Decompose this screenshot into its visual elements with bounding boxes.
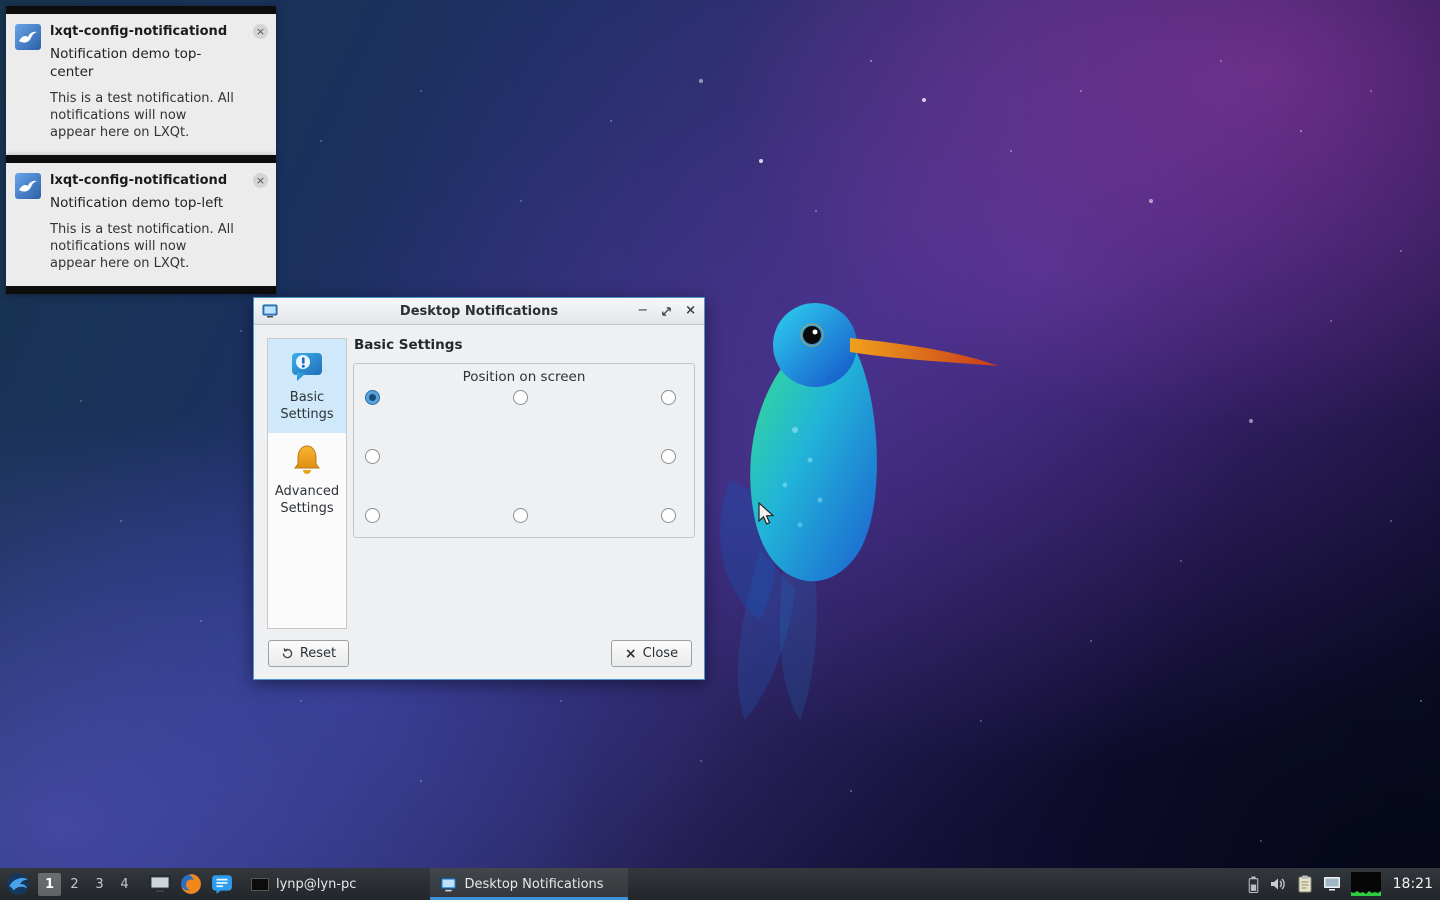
desktop: lxqt-config-notificationd × Notification… — [0, 0, 1440, 900]
notification-summary: Notification demo top-center — [50, 46, 230, 81]
notification-close-icon[interactable]: × — [253, 24, 268, 39]
section-heading: Basic Settings — [354, 337, 463, 353]
volume-icon[interactable] — [1269, 876, 1287, 892]
comment-exclamation-icon — [289, 348, 325, 384]
sidebar-item-label: Basic Settings — [280, 390, 333, 422]
radio-position-top-left[interactable] — [365, 390, 380, 405]
workspace-button-2[interactable]: 2 — [63, 873, 86, 896]
position-radio-grid — [365, 390, 676, 523]
monitor-icon — [440, 876, 457, 893]
battery-icon[interactable] — [1248, 876, 1259, 893]
workspace-button-3[interactable]: 3 — [88, 873, 111, 896]
wallpaper-hummingbird — [700, 290, 1020, 730]
notification: lxqt-config-notificationd × Notification… — [6, 155, 276, 294]
titlebar[interactable]: Desktop Notifications − × — [254, 298, 704, 325]
taskbar: 1 2 3 4 lynp@lyn-pc Desktop Notificati — [0, 868, 1440, 900]
settings-category-list: Basic Settings Advanced Settings — [267, 338, 347, 629]
task-label: Desktop Notifications — [464, 877, 603, 892]
workspace-button-4[interactable]: 4 — [113, 873, 136, 896]
notification-stack: lxqt-config-notificationd × Notification… — [6, 6, 276, 294]
task-label: lynp@lyn-pc — [276, 877, 356, 892]
radio-position-top-center[interactable] — [513, 390, 528, 405]
firefox-launcher-icon[interactable] — [180, 873, 202, 895]
radio-position-middle-right[interactable] — [661, 449, 676, 464]
window-icon — [262, 303, 278, 319]
task-button-terminal[interactable]: lynp@lyn-pc — [241, 868, 366, 900]
qterminal-launcher-icon[interactable] — [149, 873, 171, 895]
system-tray: 18:21 — [1248, 872, 1440, 896]
bell-icon — [289, 442, 325, 478]
wallpaper-stars — [0, 0, 2, 2]
groupbox-title: Position on screen — [354, 369, 694, 385]
notification-close-icon[interactable]: × — [253, 173, 268, 188]
sidebar-item-label: Advanced Settings — [275, 484, 339, 516]
sidebar-item-advanced-settings[interactable]: Advanced Settings — [268, 433, 346, 527]
task-button-desktop-notifications[interactable]: Desktop Notifications — [430, 868, 628, 900]
close-dialog-button[interactable]: × Close — [611, 640, 692, 667]
workspace-button-1[interactable]: 1 — [38, 873, 61, 896]
chat-app-launcher-icon[interactable] — [211, 873, 233, 895]
window-body: Basic Settings Advanced Settings Basic S… — [254, 325, 704, 680]
display-settings-icon[interactable] — [1323, 876, 1341, 892]
lxqt-app-icon — [15, 24, 41, 50]
notification-body: This is a test notification. All notific… — [50, 90, 235, 141]
radio-position-bottom-left[interactable] — [365, 508, 380, 523]
reset-icon — [281, 647, 294, 660]
desktop-notifications-window: Desktop Notifications − × Basic Settings — [253, 297, 705, 680]
notification-summary: Notification demo top-left — [50, 195, 230, 213]
restore-button[interactable] — [661, 306, 672, 317]
close-button[interactable]: × — [685, 304, 696, 318]
sidebar-item-basic-settings[interactable]: Basic Settings — [268, 339, 346, 433]
radio-position-middle-left[interactable] — [365, 449, 380, 464]
radio-position-top-right[interactable] — [661, 390, 676, 405]
cpu-monitor-graph[interactable] — [1351, 872, 1381, 896]
radio-position-bottom-center[interactable] — [513, 508, 528, 523]
notification-app-name: lxqt-config-notificationd — [50, 24, 253, 39]
reset-button[interactable]: Reset — [268, 640, 349, 667]
quick-launch — [149, 873, 233, 895]
terminal-window-icon — [251, 878, 269, 891]
close-x-icon: × — [625, 646, 637, 662]
clipboard-icon[interactable] — [1297, 875, 1313, 893]
notification-body: This is a test notification. All notific… — [50, 221, 235, 272]
radio-position-bottom-right[interactable] — [661, 508, 676, 523]
lxqt-app-icon — [15, 173, 41, 199]
workspace-pager: 1 2 3 4 — [38, 873, 136, 896]
lxqt-menu-button[interactable] — [5, 871, 31, 897]
taskbar-clock[interactable]: 18:21 — [1393, 876, 1433, 892]
position-on-screen-groupbox: Position on screen — [353, 363, 695, 538]
notification-app-name: lxqt-config-notificationd — [50, 173, 253, 188]
minimize-button[interactable]: − — [637, 304, 648, 318]
notification: lxqt-config-notificationd × Notification… — [6, 6, 276, 155]
